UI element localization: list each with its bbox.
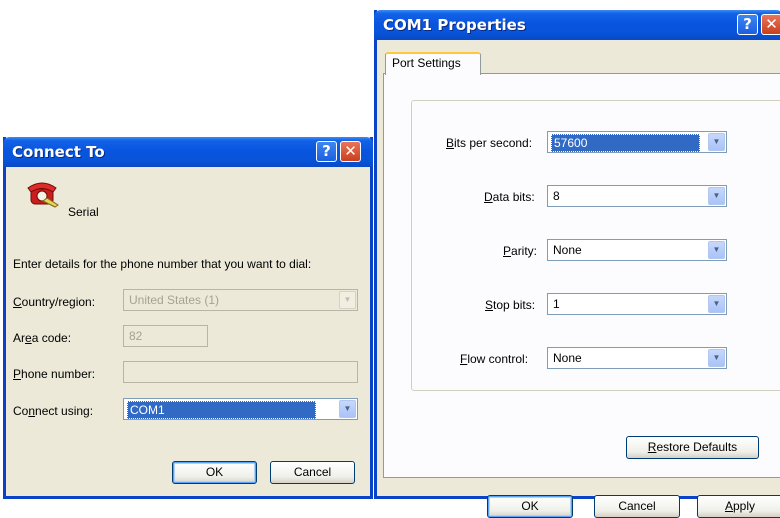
- flow-control-value: None: [553, 351, 582, 365]
- data-bits-select[interactable]: 8 ▼: [547, 185, 727, 207]
- area-code-input[interactable]: 82: [123, 325, 208, 347]
- parity-label: Parity:: [503, 244, 538, 258]
- connect-using-value: COM1: [127, 401, 316, 419]
- cancel-button[interactable]: Cancel: [270, 461, 355, 484]
- com1-title: COM1 Properties: [383, 16, 526, 34]
- connect-to-dialog: Connect To ? ✕ Serial Enter details for …: [3, 137, 373, 499]
- restore-defaults-button[interactable]: Restore Defaults: [626, 436, 759, 459]
- connection-name: Serial: [68, 205, 99, 219]
- country-value: United States (1): [129, 293, 220, 307]
- parity-value: None: [553, 243, 582, 257]
- chevron-down-icon[interactable]: ▼: [339, 400, 356, 418]
- dial-instructions: Enter details for the phone number that …: [13, 257, 312, 271]
- phone-number-label: Phone number:: [13, 367, 96, 381]
- area-code-label: Area code:: [13, 331, 72, 345]
- connect-using-select[interactable]: COM1 ▼: [123, 398, 358, 420]
- tab-port-settings[interactable]: Port Settings: [385, 52, 481, 75]
- stop-bits-label: Stop bits:: [485, 298, 536, 312]
- com1-titlebar[interactable]: COM1 Properties ? ✕: [374, 10, 780, 40]
- connect-to-title: Connect To: [12, 143, 105, 161]
- help-icon[interactable]: ?: [737, 14, 758, 35]
- flow-control-label: Flow control:: [460, 352, 529, 366]
- parity-select[interactable]: None ▼: [547, 239, 727, 261]
- connect-to-titlebar[interactable]: Connect To ? ✕: [3, 137, 373, 167]
- ok-button[interactable]: OK: [487, 495, 573, 518]
- chevron-down-icon[interactable]: ▼: [708, 295, 725, 313]
- chevron-down-icon[interactable]: ▼: [708, 349, 725, 367]
- close-icon[interactable]: ✕: [761, 14, 780, 35]
- phone-number-input[interactable]: [123, 361, 358, 383]
- stop-bits-value: 1: [553, 297, 560, 311]
- country-select[interactable]: United States (1) ▼: [123, 289, 358, 311]
- com1-properties-dialog: COM1 Properties ? ✕ Port Settings Bits p…: [374, 10, 780, 518]
- chevron-down-icon[interactable]: ▼: [339, 291, 356, 309]
- flow-control-select[interactable]: None ▼: [547, 347, 727, 369]
- bits-per-second-select[interactable]: 57600 ▼: [547, 131, 727, 153]
- connect-using-label: Connect using:: [13, 404, 94, 418]
- phone-icon: [27, 182, 59, 208]
- data-bits-value: 8: [553, 189, 560, 203]
- close-icon[interactable]: ✕: [340, 141, 361, 162]
- ok-button[interactable]: OK: [172, 461, 257, 484]
- data-bits-label: Data bits:: [484, 190, 535, 204]
- help-icon[interactable]: ?: [316, 141, 337, 162]
- cancel-button[interactable]: Cancel: [594, 495, 680, 518]
- stop-bits-select[interactable]: 1 ▼: [547, 293, 727, 315]
- chevron-down-icon[interactable]: ▼: [708, 241, 725, 259]
- bits-per-second-value: 57600: [551, 134, 701, 152]
- chevron-down-icon[interactable]: ▼: [708, 133, 725, 151]
- chevron-down-icon[interactable]: ▼: [708, 187, 725, 205]
- area-code-value: 82: [129, 329, 143, 343]
- country-label: Country/region:: [13, 295, 96, 309]
- bits-per-second-label: Bits per second:: [446, 136, 533, 150]
- apply-button[interactable]: Apply: [697, 495, 780, 518]
